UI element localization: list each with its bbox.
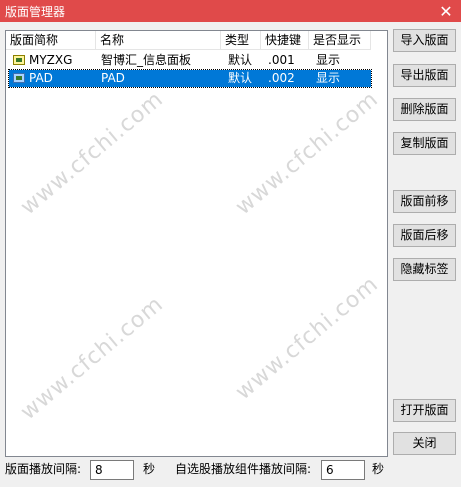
column-header-hotkey[interactable]: 快捷键 [261, 31, 309, 49]
move-layout-up-button[interactable]: 版面前移 [393, 190, 456, 213]
row-short-name: MYZXG [29, 53, 73, 67]
row-short-name: PAD [29, 71, 53, 85]
open-layout-button[interactable]: 打开版面 [393, 399, 456, 422]
watermark: www.cfchi.com [231, 271, 384, 406]
import-layout-button[interactable]: 导入版面 [393, 29, 456, 52]
row-hotkey: .002 [268, 71, 295, 85]
row-type: 默认 [228, 71, 253, 85]
row-type: 默认 [228, 53, 253, 67]
move-layout-down-button[interactable]: 版面后移 [393, 224, 456, 247]
list-header: 版面简称 名称 类型 快捷键 是否显示 [6, 31, 371, 50]
watermark: www.cfchi.com [231, 86, 384, 221]
stock-interval-label: 自选股播放组件播放间隔: [175, 462, 312, 476]
delete-layout-button[interactable]: 删除版面 [393, 98, 456, 121]
interval-label: 版面播放间隔: [5, 462, 82, 476]
layout-list[interactable]: www.cfchi.com www.cfchi.com www.cfchi.co… [5, 30, 388, 457]
column-header-type[interactable]: 类型 [221, 31, 261, 49]
interval-input[interactable]: 8 [90, 460, 134, 480]
close-icon[interactable]: ✕ [437, 0, 455, 22]
row-visible: 显示 [316, 71, 341, 85]
close-button[interactable]: 关闭 [393, 432, 456, 455]
watermark: www.cfchi.com [16, 86, 169, 221]
title-bar: 版面管理器 ✕ [0, 0, 461, 22]
column-header-visible[interactable]: 是否显示 [309, 31, 371, 49]
row-name: 智博汇_信息面板 [101, 53, 192, 67]
row-visible: 显示 [316, 53, 341, 67]
column-header-name[interactable]: 名称 [96, 31, 221, 49]
watermark: www.cfchi.com [16, 291, 169, 426]
row-hotkey: .001 [268, 53, 295, 67]
copy-layout-button[interactable]: 复制版面 [393, 132, 456, 155]
interval-unit: 秒 [143, 462, 156, 476]
panel-icon [13, 73, 25, 83]
stock-interval-input[interactable]: 6 [321, 460, 365, 480]
table-row-selected[interactable]: PAD PAD 默认 .002 显示 [8, 69, 372, 88]
table-row[interactable]: MYZXG 智博汇_信息面板 默认 .001 显示 [9, 52, 371, 69]
row-name: PAD [101, 71, 125, 85]
export-layout-button[interactable]: 导出版面 [393, 64, 456, 87]
stock-interval-unit: 秒 [372, 462, 385, 476]
window-title: 版面管理器 [5, 5, 66, 19]
hide-tabs-button[interactable]: 隐藏标签 [393, 258, 456, 281]
column-header-short-name[interactable]: 版面简称 [6, 31, 96, 49]
panel-icon [13, 55, 25, 65]
